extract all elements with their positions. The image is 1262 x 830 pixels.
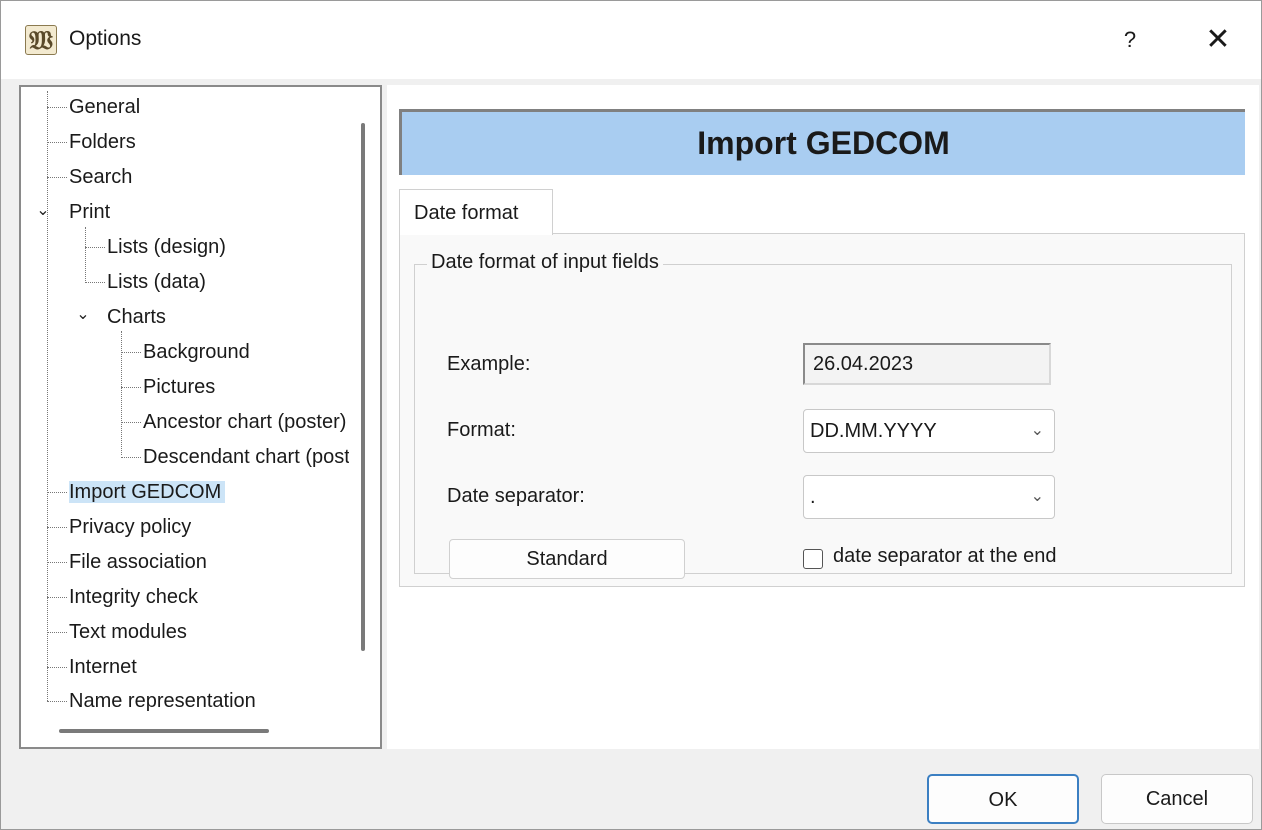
horizontal-scrollbar[interactable] <box>59 729 269 733</box>
tree-item-text-modules[interactable]: Text modules <box>69 616 187 648</box>
tree-item-internet[interactable]: Internet <box>69 651 137 683</box>
vertical-scrollbar[interactable] <box>361 123 365 651</box>
tree-connector <box>121 422 141 423</box>
tree-connector <box>47 632 67 633</box>
tree-item-lists-data[interactable]: Lists (data) <box>107 266 206 298</box>
chevron-down-icon: ⌄ <box>1030 422 1044 439</box>
tree-connector <box>47 527 67 528</box>
tree-item-name-representation[interactable]: Name representation <box>69 685 256 717</box>
tree-item-lists-design[interactable]: Lists (design) <box>107 231 226 263</box>
tree-item-general[interactable]: General <box>69 91 140 123</box>
tree-item-background[interactable]: Background <box>143 336 250 368</box>
chevron-down-icon[interactable]: ⌄ <box>33 201 53 221</box>
options-dialog: 𝔚 Options ? ✕ General Folders Search ⌄ P… <box>0 0 1262 830</box>
title-bar: 𝔚 Options ? ✕ <box>1 1 1261 79</box>
tree-item-ancestor-chart[interactable]: Ancestor chart (poster) <box>143 406 346 438</box>
tree-item-print[interactable]: Print <box>69 196 110 228</box>
tree-item-file-association[interactable]: File association <box>69 546 207 578</box>
tree-item-descendant-chart[interactable]: Descendant chart (poster) <box>143 441 349 473</box>
cancel-button[interactable]: Cancel <box>1101 774 1253 824</box>
tree-line <box>47 91 48 701</box>
example-field: 26.04.2023 <box>803 343 1051 385</box>
tab-date-format[interactable]: Date format <box>399 189 553 235</box>
date-format-group: Date format of input fields Example: 26.… <box>414 251 1232 579</box>
tree-line <box>85 227 86 283</box>
tree-item-charts[interactable]: Charts <box>107 301 166 333</box>
tree-connector <box>47 562 67 563</box>
chevron-down-icon: ⌄ <box>1030 488 1044 505</box>
window-title: Options <box>69 27 142 50</box>
chevron-down-icon[interactable]: ⌄ <box>73 305 93 325</box>
tree-connector <box>47 177 67 178</box>
tree-connector <box>47 597 67 598</box>
tree-item-pictures[interactable]: Pictures <box>143 371 215 403</box>
app-icon: 𝔚 <box>25 25 57 56</box>
separator-select[interactable]: . ⌄ <box>803 475 1055 519</box>
tree-connector <box>47 667 67 668</box>
tree-connector <box>47 492 67 493</box>
standard-button[interactable]: Standard <box>449 539 685 579</box>
options-tree[interactable]: General Folders Search ⌄ Print Lists (de… <box>19 85 382 749</box>
tree-connector <box>47 142 67 143</box>
example-label: Example: <box>447 353 531 375</box>
tree-item-search[interactable]: Search <box>69 161 132 193</box>
checkbox-label[interactable]: date separator at the end <box>833 545 1057 568</box>
tree-item-folders[interactable]: Folders <box>69 126 136 158</box>
help-button[interactable]: ? <box>1103 15 1157 65</box>
separator-value: . <box>810 486 816 508</box>
tree-item-integrity-check[interactable]: Integrity check <box>69 581 198 613</box>
tree-viewport: General Folders Search ⌄ Print Lists (de… <box>21 87 349 717</box>
separator-label: Date separator: <box>447 485 585 507</box>
tree-connector <box>47 107 67 108</box>
tree-connector <box>47 701 67 702</box>
format-label: Format: <box>447 419 516 441</box>
format-select[interactable]: DD.MM.YYYY ⌄ <box>803 409 1055 453</box>
tab-content: Date format of input fields Example: 26.… <box>399 233 1245 587</box>
tree-connector <box>121 352 141 353</box>
ok-button[interactable]: OK <box>927 774 1079 824</box>
separator-at-end-checkbox[interactable] <box>803 549 823 569</box>
tree-item-import-gedcom[interactable]: Import GEDCOM <box>69 476 226 508</box>
tree-item-privacy-policy[interactable]: Privacy policy <box>69 511 191 543</box>
tree-connector <box>121 387 141 388</box>
tree-line <box>121 331 122 455</box>
tree-connector <box>85 282 105 283</box>
settings-panel: Import GEDCOM Date format Date format of… <box>387 85 1259 749</box>
close-button[interactable]: ✕ <box>1191 15 1245 65</box>
group-title: Date format of input fields <box>427 251 663 274</box>
format-value: DD.MM.YYYY <box>810 420 937 442</box>
page-title: Import GEDCOM <box>399 109 1245 175</box>
tree-connector <box>121 457 141 458</box>
tree-connector <box>85 247 105 248</box>
